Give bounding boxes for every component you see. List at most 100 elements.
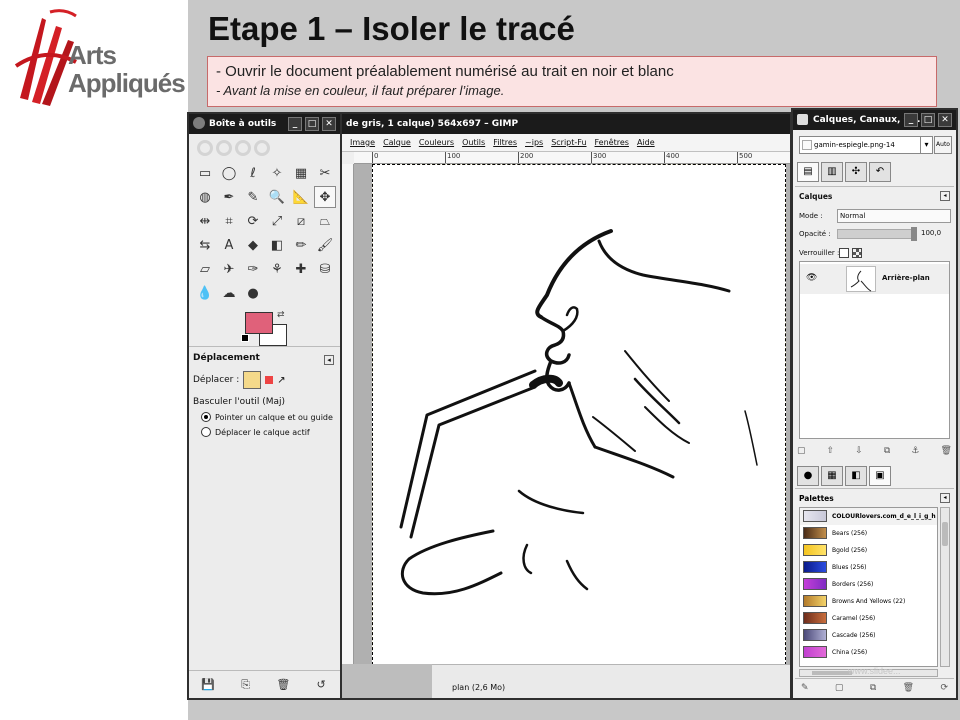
- text-icon[interactable]: A: [218, 234, 240, 256]
- perspective-icon[interactable]: ⏢: [314, 210, 336, 232]
- menu-item[interactable]: Outils: [462, 134, 485, 151]
- move-layer-mode-button[interactable]: [243, 371, 262, 389]
- palette-row[interactable]: Bears (256): [800, 525, 937, 542]
- rotate-icon[interactable]: ⟳: [242, 210, 264, 232]
- anchor-layer-icon[interactable]: ⚓: [911, 446, 919, 462]
- maximize-button[interactable]: □: [305, 117, 319, 131]
- ellipse-select-icon[interactable]: ◯: [218, 162, 240, 184]
- blur-icon[interactable]: 💧: [194, 282, 216, 304]
- shear-icon[interactable]: ⧄: [290, 210, 312, 232]
- palette-scrollbar[interactable]: [940, 507, 950, 667]
- foreground-color-swatch[interactable]: [245, 312, 273, 334]
- save-options-icon[interactable]: 💾: [201, 678, 215, 692]
- menu-item[interactable]: Script-Fu: [551, 134, 586, 151]
- auto-button[interactable]: Auto: [934, 136, 952, 154]
- close-button[interactable]: ✕: [322, 117, 336, 131]
- color-select-icon[interactable]: ▦: [290, 162, 312, 184]
- tab-undo-icon[interactable]: ↶: [869, 162, 891, 182]
- tab-palettes-icon[interactable]: ▣: [869, 466, 891, 486]
- lock-alpha-checkbox[interactable]: [852, 248, 862, 258]
- tab-patterns-icon[interactable]: ▦: [821, 466, 843, 486]
- paintbrush-icon[interactable]: 🖌: [314, 234, 336, 256]
- toolbox-titlebar[interactable]: Boîte à outils _ □ ✕: [189, 114, 340, 134]
- tab-brushes-icon[interactable]: ●: [797, 466, 819, 486]
- opacity-value[interactable]: 100,0: [921, 229, 941, 237]
- close-button[interactable]: ✕: [938, 113, 952, 127]
- lock-pixels-checkbox[interactable]: [839, 248, 849, 258]
- radio-button-checked[interactable]: [201, 412, 211, 422]
- menu-item[interactable]: Aide: [637, 134, 655, 151]
- opacity-slider[interactable]: [837, 229, 915, 239]
- menu-item[interactable]: ~ips: [525, 134, 543, 151]
- maximize-button[interactable]: □: [921, 113, 935, 127]
- edit-palette-icon[interactable]: ✎: [801, 683, 809, 693]
- heal-icon[interactable]: ✚: [290, 258, 312, 280]
- zoom-icon[interactable]: 🔍: [266, 186, 288, 208]
- palette-row[interactable]: Browns And Yellows (22): [800, 593, 937, 610]
- smudge-icon[interactable]: ☁: [218, 282, 240, 304]
- pencil-icon[interactable]: ✏: [290, 234, 312, 256]
- new-layer-icon[interactable]: ▢: [797, 446, 806, 462]
- tab-layers-icon[interactable]: ▤: [797, 162, 819, 182]
- dock-titlebar[interactable]: Calques, Canaux, C... _ □ ✕: [793, 110, 956, 130]
- palette-row[interactable]: Caramel (256): [800, 610, 937, 627]
- delete-options-icon[interactable]: 🗑: [276, 678, 290, 692]
- image-canvas[interactable]: [372, 164, 786, 664]
- chevron-down-icon[interactable]: ▾: [920, 137, 932, 153]
- raise-layer-icon[interactable]: ⇧: [827, 446, 835, 462]
- radio-pick-layer[interactable]: Pointer un calque et ou guide: [193, 412, 336, 422]
- crop-icon[interactable]: ⌗: [218, 210, 240, 232]
- panel-menu-button[interactable]: ◂: [940, 191, 950, 201]
- palette-row[interactable]: Borders (256): [800, 576, 937, 593]
- duplicate-palette-icon[interactable]: ⧉: [870, 683, 876, 693]
- tab-gradients-icon[interactable]: ◧: [845, 466, 867, 486]
- default-colors-icon[interactable]: [241, 334, 249, 342]
- palette-row[interactable]: Cascade (256): [800, 627, 937, 644]
- blend-icon[interactable]: ◧: [266, 234, 288, 256]
- scale-icon[interactable]: ⤢: [266, 210, 288, 232]
- delete-palette-icon[interactable]: 🗑: [903, 683, 914, 693]
- vertical-ruler[interactable]: [342, 164, 354, 664]
- menu-item[interactable]: Calque: [383, 134, 411, 151]
- ink-icon[interactable]: ✑: [242, 258, 264, 280]
- dodge-burn-icon[interactable]: ●: [242, 282, 264, 304]
- scrollbar-thumb[interactable]: [942, 522, 948, 546]
- eraser-icon[interactable]: ▱: [194, 258, 216, 280]
- fuzzy-select-icon[interactable]: ✧: [266, 162, 288, 184]
- menu-item[interactable]: Fenêtres: [595, 134, 629, 151]
- palette-row[interactable]: COLOURlovers.com_d_e_l_i_g_h: [800, 508, 937, 525]
- rect-select-icon[interactable]: ▭: [194, 162, 216, 184]
- refresh-palettes-icon[interactable]: ⟳: [940, 683, 948, 693]
- foreground-select-icon[interactable]: ◍: [194, 186, 216, 208]
- panel-menu-button[interactable]: ◂: [324, 355, 334, 365]
- layer-row[interactable]: 👁 Arrière-plan: [800, 264, 949, 294]
- tab-channels-icon[interactable]: ▥: [821, 162, 843, 182]
- measure-icon[interactable]: 📐: [290, 186, 312, 208]
- duplicate-layer-icon[interactable]: ⧉: [884, 446, 890, 462]
- canvas-area[interactable]: [354, 164, 790, 664]
- visibility-eye-icon[interactable]: 👁: [806, 273, 817, 283]
- color-picker-icon[interactable]: ✎: [242, 186, 264, 208]
- free-select-icon[interactable]: ℓ: [242, 162, 264, 184]
- lower-layer-icon[interactable]: ⇩: [855, 446, 863, 462]
- perspective-clone-icon[interactable]: ⛁: [314, 258, 336, 280]
- align-icon[interactable]: ⇹: [194, 210, 216, 232]
- tab-paths-icon[interactable]: ✣: [845, 162, 867, 182]
- panel-menu-button[interactable]: ◂: [940, 493, 950, 503]
- move-path-mode-icon[interactable]: ↗: [277, 375, 285, 386]
- swap-colors-icon[interactable]: ⇄: [277, 310, 285, 320]
- radio-move-active[interactable]: Déplacer le calque actif: [193, 427, 336, 437]
- restore-options-icon[interactable]: ⎘: [239, 678, 253, 692]
- menu-item[interactable]: Filtres: [493, 134, 517, 151]
- delete-layer-icon[interactable]: 🗑: [941, 446, 952, 462]
- opacity-slider-handle[interactable]: [911, 227, 917, 241]
- new-palette-icon[interactable]: ▢: [835, 683, 844, 693]
- mode-dropdown[interactable]: Normal: [837, 209, 951, 223]
- image-selector-dropdown[interactable]: gamin-espiegle.png-14 ▾: [799, 136, 933, 154]
- palette-row[interactable]: Blues (256): [800, 559, 937, 576]
- radio-button[interactable]: [201, 427, 211, 437]
- flip-icon[interactable]: ⇆: [194, 234, 216, 256]
- menu-item[interactable]: Image: [350, 134, 375, 151]
- scrollbar-thumb[interactable]: [812, 671, 852, 675]
- reset-options-icon[interactable]: ↺: [314, 678, 328, 692]
